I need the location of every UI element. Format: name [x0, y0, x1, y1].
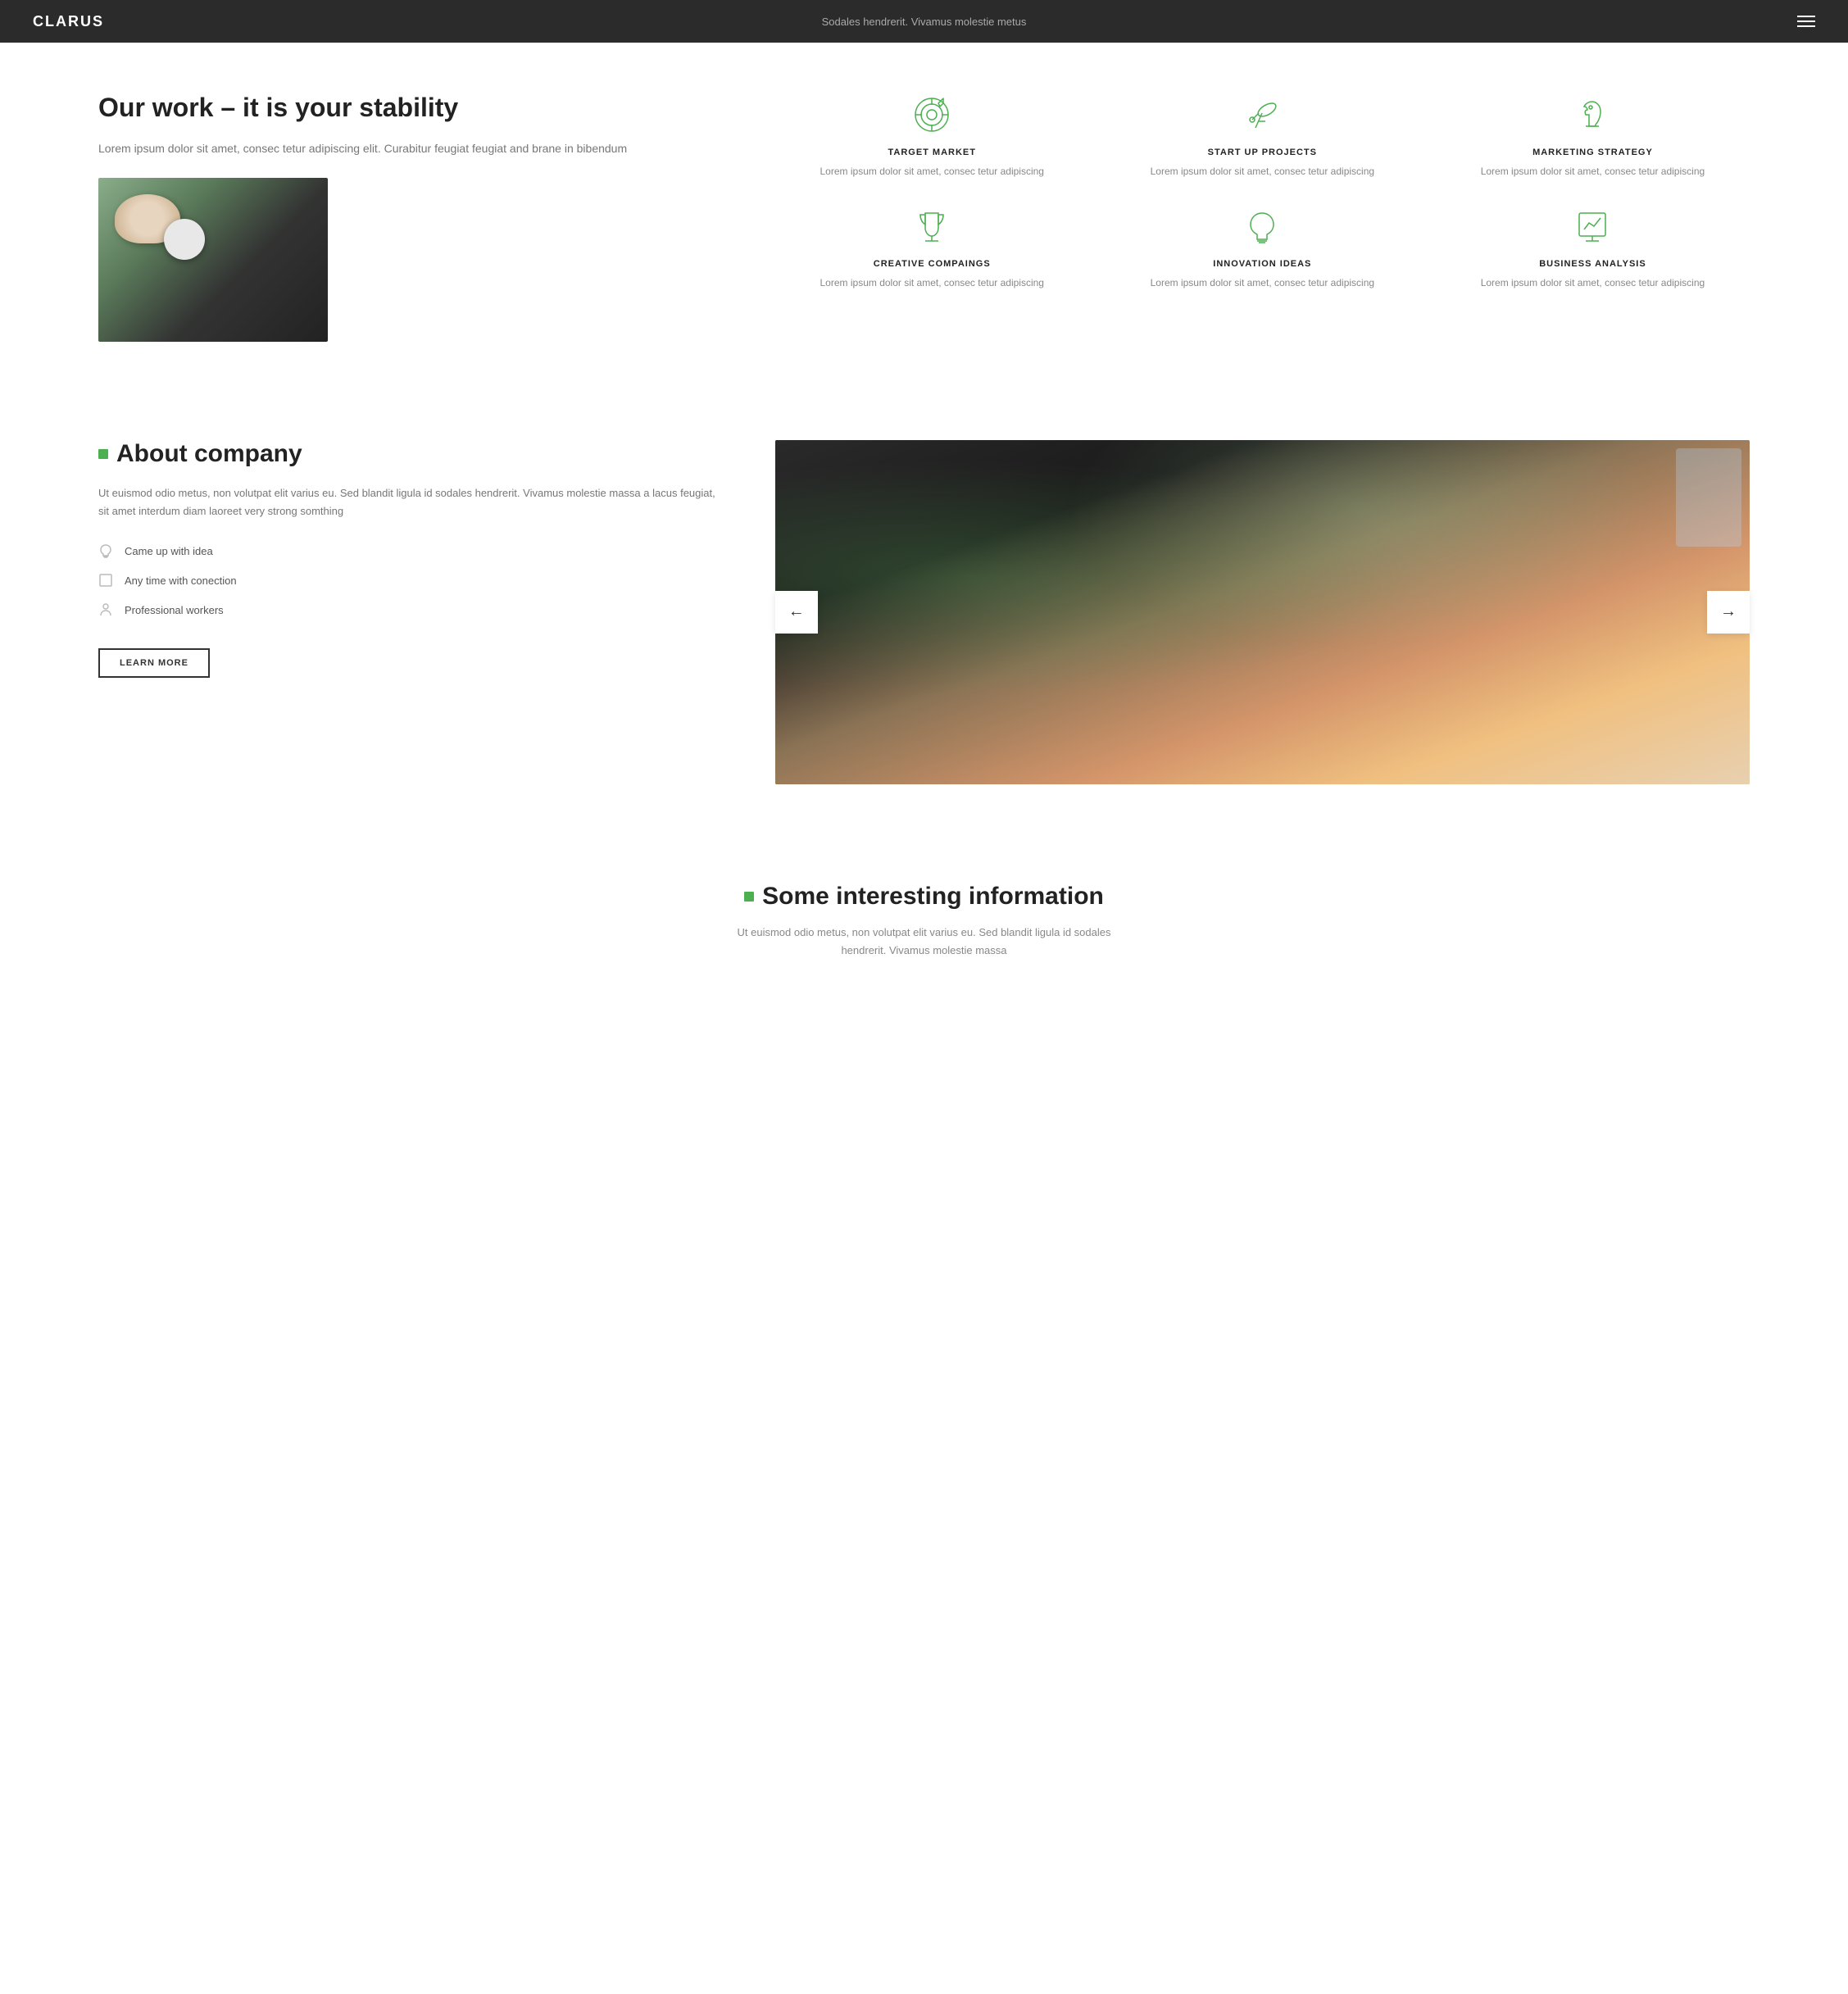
section-work: Our work – it is your stability Lorem ip…	[0, 43, 1848, 391]
feature-target-market: TARGET MARKET Lorem ipsum dolor sit amet…	[775, 92, 1089, 179]
person-list-icon	[98, 602, 115, 619]
lightbulb-list-icon	[98, 543, 115, 560]
list-item-idea: Came up with idea	[98, 543, 726, 560]
info-title-dot	[744, 892, 754, 902]
startup-projects-icon	[1239, 92, 1285, 138]
feature-marketing-desc: Lorem ipsum dolor sit amet, consec tetur…	[1436, 164, 1750, 179]
feature-creative-campaigns: CREATIVE COMPAINGS Lorem ipsum dolor sit…	[775, 203, 1089, 290]
work-description: Lorem ipsum dolor sit amet, consec tetur…	[98, 139, 726, 157]
list-item-connection: Any time with conection	[98, 573, 726, 589]
target-market-icon	[909, 92, 955, 138]
work-left-panel: Our work – it is your stability Lorem ip…	[98, 92, 726, 342]
work-image	[98, 178, 328, 342]
telescope-icon-svg	[1242, 95, 1282, 134]
menu-bar-1	[1797, 16, 1815, 17]
feature-innovation-ideas: INNOVATION IDEAS Lorem ipsum dolor sit a…	[1106, 203, 1419, 290]
feature-innovation-desc: Lorem ipsum dolor sit amet, consec tetur…	[1106, 275, 1419, 290]
chess-knight-icon-svg	[1573, 95, 1612, 134]
about-left-panel: About company Ut euismod odio metus, non…	[98, 440, 726, 678]
feature-startup-projects: START UP PROJECTS Lorem ipsum dolor sit …	[1106, 92, 1419, 179]
marketing-strategy-icon	[1569, 92, 1615, 138]
learn-more-button[interactable]: LEARN MORE	[98, 648, 210, 678]
feature-creative-desc: Lorem ipsum dolor sit amet, consec tetur…	[775, 275, 1089, 290]
feature-creative-title: CREATIVE COMPAINGS	[775, 259, 1089, 269]
square-list-icon	[98, 573, 115, 589]
trophy-icon-svg	[912, 207, 951, 246]
section-about: About company Ut euismod odio metus, non…	[0, 391, 1848, 833]
feature-business-desc: Lorem ipsum dolor sit amet, consec tetur…	[1436, 275, 1750, 290]
info-description: Ut euismod odio metus, non volutpat elit…	[728, 924, 1121, 960]
info-title-group: Some interesting information	[98, 883, 1750, 911]
prev-image-button[interactable]: ←	[775, 591, 818, 634]
target-icon-svg	[912, 95, 951, 134]
navbar-center-text: Sodales hendrerit. Vivamus molestie metu…	[822, 16, 1027, 28]
section-info: Some interesting information Ut euismod …	[0, 833, 1848, 992]
chart-icon-svg	[1573, 207, 1612, 246]
about-title-group: About company	[98, 440, 726, 468]
about-right-panel: ← →	[775, 440, 1750, 784]
about-feature-list: Came up with idea Any time with conectio…	[98, 543, 726, 619]
list-item-connection-text: Any time with conection	[125, 575, 237, 587]
feature-business-analysis: BUSINESS ANALYSIS Lorem ipsum dolor sit …	[1436, 203, 1750, 290]
about-title-dot	[98, 449, 108, 459]
feature-innovation-title: INNOVATION IDEAS	[1106, 259, 1419, 269]
hamburger-menu-button[interactable]	[1797, 16, 1815, 27]
list-item-workers: Professional workers	[98, 602, 726, 619]
next-image-button[interactable]: →	[1707, 591, 1750, 634]
navbar-logo: CLARUS	[33, 13, 104, 30]
menu-bar-3	[1797, 25, 1815, 27]
work-title: Our work – it is your stability	[98, 92, 726, 123]
business-analysis-icon	[1569, 203, 1615, 249]
navbar: CLARUS Sodales hendrerit. Vivamus molest…	[0, 0, 1848, 43]
creative-campaigns-icon	[909, 203, 955, 249]
feature-target-market-desc: Lorem ipsum dolor sit amet, consec tetur…	[775, 164, 1089, 179]
list-item-idea-text: Came up with idea	[125, 545, 213, 557]
about-image	[775, 440, 1750, 784]
menu-bar-2	[1797, 20, 1815, 22]
feature-startup-title: START UP PROJECTS	[1106, 148, 1419, 157]
info-title-text: Some interesting information	[762, 883, 1104, 911]
feature-target-market-title: TARGET MARKET	[775, 148, 1089, 157]
innovation-ideas-icon	[1239, 203, 1285, 249]
about-description: Ut euismod odio metus, non volutpat elit…	[98, 484, 726, 520]
feature-marketing-title: MARKETING STRATEGY	[1436, 148, 1750, 157]
list-item-workers-text: Professional workers	[125, 604, 224, 616]
feature-business-title: BUSINESS ANALYSIS	[1436, 259, 1750, 269]
about-title-text: About company	[116, 440, 302, 468]
work-features-grid: TARGET MARKET Lorem ipsum dolor sit amet…	[775, 92, 1750, 290]
feature-startup-desc: Lorem ipsum dolor sit amet, consec tetur…	[1106, 164, 1419, 179]
feature-marketing-strategy: MARKETING STRATEGY Lorem ipsum dolor sit…	[1436, 92, 1750, 179]
lightbulb-icon-svg	[1242, 207, 1282, 246]
